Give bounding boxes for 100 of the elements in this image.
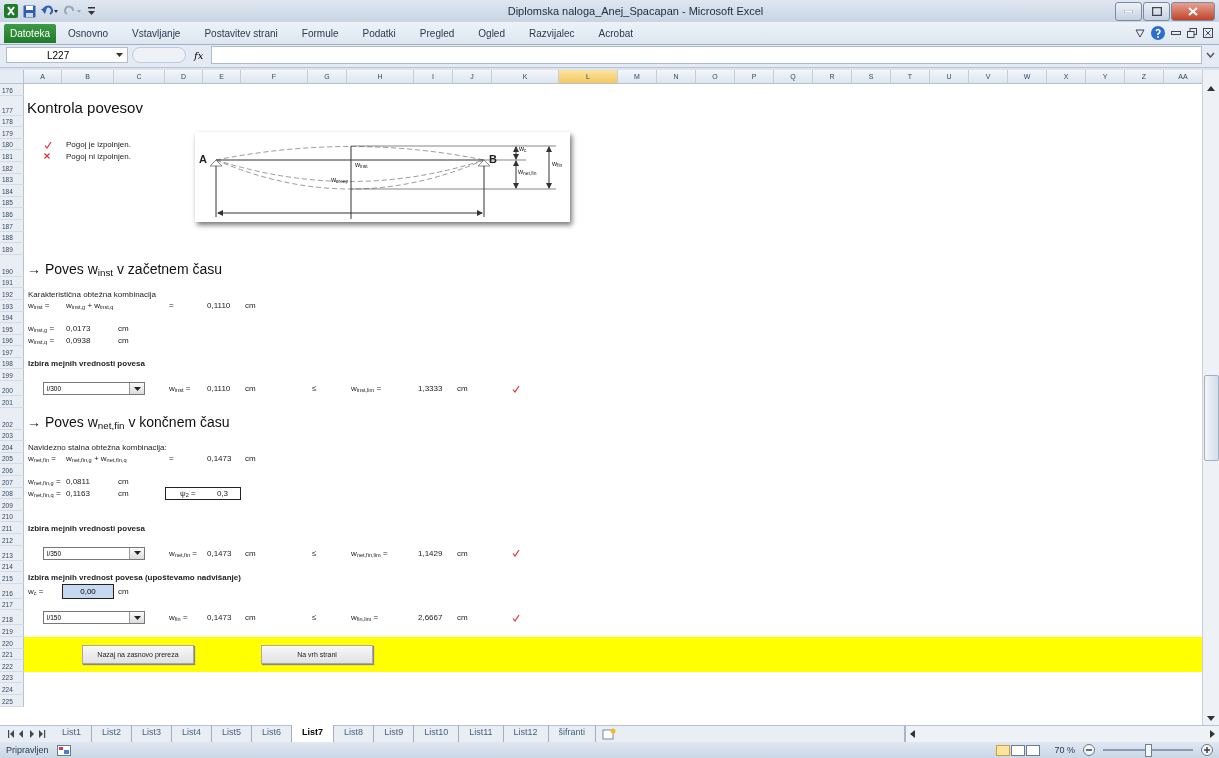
cell-text: cm xyxy=(244,301,256,311)
ribbon-tab[interactable]: Ogled xyxy=(466,23,517,43)
check-icon xyxy=(512,549,520,558)
input-field[interactable]: 0,00 xyxy=(62,583,114,599)
insert-function-button[interactable]: fx xyxy=(190,49,208,61)
cell-text: cm xyxy=(244,548,256,558)
check-icon xyxy=(44,140,52,149)
ribbon-tab[interactable]: Postavitev strani xyxy=(192,23,290,43)
close-button[interactable] xyxy=(1171,1,1215,21)
check-icon xyxy=(512,384,520,393)
cell-text: cm xyxy=(244,454,256,464)
horizontal-scrollbar[interactable] xyxy=(904,726,1219,742)
file-tab[interactable]: Datoteka xyxy=(4,23,57,43)
cell-text: 0,0173 xyxy=(65,324,91,334)
cell-text: 0,1473 xyxy=(206,548,232,558)
macro-record-icon[interactable] xyxy=(56,744,71,756)
cell-text: cm xyxy=(244,613,256,623)
cell-text: cm xyxy=(244,384,256,394)
cell-text: 0,1163 xyxy=(65,488,90,498)
cell-text: w$_{inst,g}$ = xyxy=(27,324,55,334)
window-title: Diplomska naloga_Anej_Spacapan - Microsoft Excel xyxy=(506,5,765,17)
cell-text: w$_{inst,g}$ + w$_{inst,q}$ xyxy=(65,301,114,311)
zoom-out-icon[interactable] xyxy=(1083,744,1095,756)
scroll-thumb[interactable] xyxy=(1203,375,1219,461)
undo-icon[interactable] xyxy=(41,5,59,17)
vertical-scrollbar[interactable] xyxy=(1202,70,1219,725)
cell-text: 1,1429 xyxy=(417,548,443,558)
check-icon xyxy=(512,613,520,622)
cell-text: 2,6667 xyxy=(417,613,443,623)
cell-text: 0,1473 xyxy=(206,613,232,623)
cell-text: w$_{inst,lim}$ = xyxy=(350,384,382,394)
scroll-down-icon[interactable] xyxy=(1207,716,1215,721)
diagram-label: A xyxy=(199,153,207,166)
cross-icon xyxy=(44,153,50,160)
cell-text: w$_{net,fin,g}$ = xyxy=(27,477,61,487)
cell-text: w$_{inst}$ = xyxy=(27,301,50,311)
cell-text: cm xyxy=(456,384,468,394)
save-icon[interactable] xyxy=(23,4,36,18)
cell-text: ≤ xyxy=(311,548,317,558)
parameter-value: 0,3 xyxy=(215,488,228,498)
sheet-navigation-icon[interactable] xyxy=(8,730,46,738)
cell-text: 0,1473 xyxy=(206,454,232,464)
cell-text: Karakteristična obtežna kombinacija xyxy=(27,289,157,299)
cell-text: w$_{inst,q}$ = xyxy=(27,336,55,345)
slider-thumb[interactable] xyxy=(1145,743,1152,757)
sheet-tab[interactable]: List7 xyxy=(292,725,335,742)
cell-text: 0,1110 xyxy=(206,384,231,394)
view-buttons-icon[interactable] xyxy=(996,744,1041,756)
cell-text: Izbira mejnih vrednosti povesa xyxy=(27,359,145,369)
help-icon[interactable] xyxy=(1151,26,1165,40)
cell-text: w$_{net,fin}$ = xyxy=(168,548,197,558)
ribbon-tab[interactable]: Acrobat xyxy=(586,23,646,43)
cell-text: ≤ xyxy=(311,613,317,623)
customize-icon[interactable] xyxy=(87,6,96,16)
parameter-label: ψ$_{2}$ = xyxy=(179,488,196,498)
app-logo-icon xyxy=(4,4,18,18)
restore-icon xyxy=(1151,6,1162,16)
cell-text: 0,0938 xyxy=(65,336,91,345)
cell-text: cm xyxy=(117,477,129,487)
cell-text: w$_{fin,lim}$ = xyxy=(350,613,379,623)
cell-text: 1,3333 xyxy=(417,384,443,394)
ribbon-tab[interactable]: Razvijalec xyxy=(517,23,587,43)
cell-text: cm xyxy=(117,488,129,498)
cell-text: = xyxy=(168,454,174,464)
cell-text: w$_{fin}$ = xyxy=(168,613,188,623)
minimize-icon[interactable] xyxy=(1171,30,1181,36)
scroll-up-icon[interactable] xyxy=(1207,86,1215,91)
cell-text: = xyxy=(168,301,174,311)
cell-text: Izbira mejnih vrednost povesa (upoštevamo nadvišanje) xyxy=(27,573,241,583)
scroll-right-icon[interactable] xyxy=(1210,730,1215,738)
ribbon-tab[interactable]: Osnovno xyxy=(56,23,121,43)
cell-text: cm xyxy=(456,613,468,623)
cell-text: cm xyxy=(117,586,129,596)
restore-icon[interactable] xyxy=(1187,28,1197,38)
expand-icon[interactable] xyxy=(1206,52,1215,58)
cell-text: w$_{net,fin}$ = xyxy=(27,454,56,464)
close-icon[interactable] xyxy=(1203,28,1213,38)
maximize-button[interactable] xyxy=(1143,1,1170,21)
caret-icon xyxy=(116,53,123,57)
cell-text: w$_{net,fin,lim}$ = xyxy=(350,548,388,558)
cell-text: cm xyxy=(456,548,468,558)
cell-text: w$_{net,fin,q}$ = xyxy=(27,488,61,498)
cell-text: Pogoj je izpolnjen. xyxy=(65,140,131,150)
cell-text: w$_{net,fin,g}$ + w$_{net,fin,q}$ xyxy=(65,454,127,464)
cell-text: w$_{c}$ = xyxy=(27,586,44,596)
caret-icon xyxy=(133,551,141,556)
ribbon-tab[interactable]: Pregled xyxy=(407,23,467,43)
zoom-level[interactable]: 70 % xyxy=(1054,745,1075,755)
cell-text: Pogoj ni izpolnjen. xyxy=(65,151,131,161)
scroll-left-icon[interactable] xyxy=(910,730,915,738)
status-text: Pripravljen xyxy=(6,745,49,755)
name-box[interactable]: L227 xyxy=(6,47,128,63)
cell-text: 0,0811 xyxy=(65,477,90,487)
ribbon-tab[interactable]: Vstavljanje xyxy=(120,23,193,43)
ribbon-tab[interactable]: Formule xyxy=(289,23,351,43)
zoom-in-icon[interactable] xyxy=(1201,744,1213,756)
collapse-ribbon-icon[interactable] xyxy=(1135,28,1145,38)
section-heading: → Poves w$_{inst}$ v začetnem času xyxy=(26,260,222,277)
ribbon-tab[interactable]: Podatki xyxy=(350,23,408,43)
formula-input[interactable] xyxy=(211,46,1202,64)
